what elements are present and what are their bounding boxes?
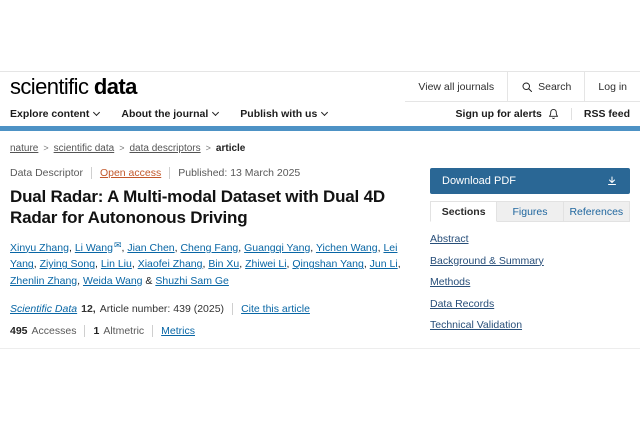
search-link[interactable]: Search xyxy=(507,72,584,101)
journal-name-link[interactable]: Scientific Data xyxy=(10,303,77,315)
altmetric-label: Altmetric xyxy=(103,325,144,337)
altmetric-count: 1 xyxy=(93,325,99,337)
author-link[interactable]: Xinyu Zhang xyxy=(10,242,69,254)
open-access-link[interactable]: Open access xyxy=(100,167,161,179)
tab-sections[interactable]: Sections xyxy=(430,201,497,222)
author-link[interactable]: Yichen Wang xyxy=(316,242,378,254)
sidebar-section-link[interactable]: Background & Summary xyxy=(430,255,544,267)
download-pdf-label: Download PDF xyxy=(442,175,516,187)
page: scientific data View all journals Search… xyxy=(0,0,640,427)
author-link[interactable]: Xiaofei Zhang xyxy=(138,258,203,270)
author-link[interactable]: Bin Xu xyxy=(208,258,239,270)
logo-light: scientific xyxy=(10,74,88,99)
journal-volume: 12, xyxy=(81,303,96,315)
article-main: nature > scientific data > data descriptors >… xyxy=(10,141,420,341)
author-link[interactable]: Jian Chen xyxy=(127,242,174,254)
author-link[interactable]: Li Wang xyxy=(75,242,113,254)
citation-line: Scientific Data 12, Article number: 439 … xyxy=(10,303,420,315)
article-meta: Data Descriptor Open access Published: 1… xyxy=(10,167,420,179)
breadcrumb-separator: > xyxy=(119,143,124,153)
citation-divider xyxy=(232,303,233,315)
rss-feed-label: RSS feed xyxy=(584,108,630,120)
chevron-down-icon xyxy=(212,109,219,116)
article-sidebar: Download PDF SectionsFiguresReferences A… xyxy=(430,141,630,341)
view-all-journals-link[interactable]: View all journals xyxy=(405,72,507,101)
author-link[interactable]: Zhenlin Zhang xyxy=(10,275,77,287)
sidebar-section-item: Background & Summary xyxy=(430,255,630,267)
metrics-divider xyxy=(84,325,85,337)
accesses-label: Accesses xyxy=(32,325,77,337)
author-link[interactable]: Jun Li xyxy=(370,258,398,270)
author-link[interactable]: Zhiwei Li xyxy=(245,258,286,270)
sidebar-sections: Abstract Background & Summary Methods Data … xyxy=(430,233,630,331)
sidebar-section-item: Abstract xyxy=(430,233,630,245)
author-link[interactable]: Qingshan Yang xyxy=(292,258,363,270)
bell-icon xyxy=(548,108,559,120)
main-nav: Explore content About the journal Publish … xyxy=(0,102,640,126)
sidebar-section-item: Methods xyxy=(430,276,630,288)
main-nav-items: Explore content About the journal Publish … xyxy=(10,108,327,120)
nav-item-about-the-journal[interactable]: About the journal xyxy=(121,108,218,120)
article-title: Dual Radar: A Multi-modal Dataset with D… xyxy=(10,187,420,229)
chevron-down-icon xyxy=(93,109,100,116)
main-nav-right: Sign up for alerts RSS feed xyxy=(456,108,630,120)
breadcrumb-separator: > xyxy=(206,143,211,153)
sign-up-alerts-label: Sign up for alerts xyxy=(456,108,542,120)
article-type-label: Data Descriptor xyxy=(10,167,83,179)
sidebar-section-link[interactable]: Abstract xyxy=(430,233,469,245)
breadcrumb-current: article xyxy=(216,143,245,154)
published-date: Published: 13 March 2025 xyxy=(178,167,300,179)
view-all-journals-label: View all journals xyxy=(418,81,494,93)
site-header: scientific data View all journals Search… xyxy=(0,71,640,131)
download-pdf-button[interactable]: Download PDF xyxy=(430,168,630,194)
author-link[interactable]: Cheng Fang xyxy=(180,242,238,254)
log-in-link[interactable]: Log in xyxy=(584,72,640,101)
log-in-label: Log in xyxy=(598,81,627,93)
sidebar-tabs: SectionsFiguresReferences xyxy=(430,201,630,222)
author-link[interactable]: Weida Wang xyxy=(83,275,143,287)
header-top-row: scientific data View all journals Search… xyxy=(0,72,640,102)
content: nature > scientific data > data descriptors >… xyxy=(0,131,640,349)
rss-feed-link[interactable]: RSS feed xyxy=(571,108,630,120)
download-icon xyxy=(606,175,618,187)
header-utility-links: View all journals Search Log in xyxy=(405,72,640,102)
meta-divider xyxy=(91,167,92,179)
top-whitespace xyxy=(0,0,640,71)
cite-this-article-link[interactable]: Cite this article xyxy=(241,303,310,315)
author-link[interactable]: Lin Liu xyxy=(101,258,132,270)
chevron-down-icon xyxy=(321,109,328,116)
nav-item-publish-with-us[interactable]: Publish with us xyxy=(240,108,327,120)
logo-bold: data xyxy=(94,74,137,99)
search-icon xyxy=(521,81,533,93)
article-number: Article number: 439 (2025) xyxy=(100,303,224,315)
meta-divider xyxy=(169,167,170,179)
email-icon[interactable]: ✉ xyxy=(114,240,122,250)
breadcrumb-link[interactable]: nature xyxy=(10,143,38,154)
breadcrumb-separator: > xyxy=(43,143,48,153)
breadcrumb-link[interactable]: scientific data xyxy=(54,143,115,154)
tab-figures[interactable]: Figures xyxy=(497,201,563,222)
tab-references[interactable]: References xyxy=(564,201,630,222)
accesses-count: 495 xyxy=(10,325,28,337)
sign-up-alerts-link[interactable]: Sign up for alerts xyxy=(456,108,571,120)
metrics-row: 495 Accesses 1 Altmetric Metrics xyxy=(10,325,420,337)
breadcrumb-link[interactable]: data descriptors xyxy=(129,143,200,154)
metrics-divider xyxy=(152,325,153,337)
sidebar-section-item: Technical Validation xyxy=(430,319,630,331)
breadcrumb: nature > scientific data > data descriptors >… xyxy=(10,143,420,154)
author-link[interactable]: Guangqi Yang xyxy=(244,242,310,254)
author-link[interactable]: Shuzhi Sam Ge xyxy=(155,275,229,287)
journal-logo[interactable]: scientific data xyxy=(10,74,137,100)
author-link[interactable]: Ziying Song xyxy=(40,258,95,270)
metrics-link[interactable]: Metrics xyxy=(161,325,195,337)
sidebar-section-item: Data Records xyxy=(430,298,630,310)
authors-list: Xinyu Zhang, Li Wang✉, Jian Chen, Cheng … xyxy=(10,238,420,290)
sidebar-section-link[interactable]: Methods xyxy=(430,276,470,288)
sidebar-section-link[interactable]: Technical Validation xyxy=(430,319,522,331)
nav-item-explore-content[interactable]: Explore content xyxy=(10,108,99,120)
search-label: Search xyxy=(538,81,571,93)
sidebar-section-link[interactable]: Data Records xyxy=(430,298,494,310)
